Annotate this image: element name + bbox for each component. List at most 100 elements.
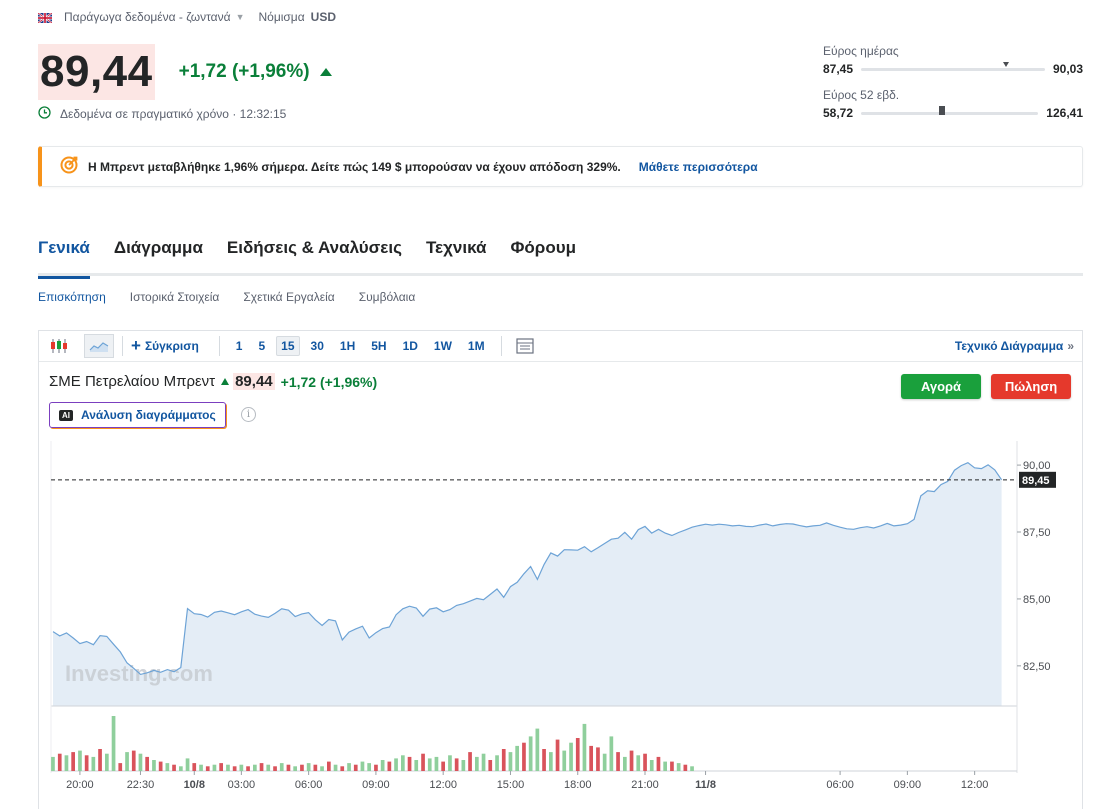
interval-1w[interactable]: 1W <box>429 336 457 356</box>
volume-bar <box>313 764 318 771</box>
interval-30[interactable]: 30 <box>306 336 329 356</box>
volume-bar <box>690 766 694 771</box>
candlestick-icon[interactable] <box>44 334 74 358</box>
price-chart[interactable]: Investing.com 82,5085,0087,5090,0089,4520… <box>39 431 1082 809</box>
x-tick-label: 22:30 <box>127 779 155 791</box>
volume-bar <box>643 753 647 771</box>
volume-bar <box>353 764 358 771</box>
volume-bar <box>118 763 123 771</box>
volume-bar <box>125 752 129 771</box>
chart-toolbar: + Σύγκριση 1 5 15 30 1H 5H 1D 1W 1M Τεχν… <box>39 331 1082 362</box>
promo-banner: Η Μπρεντ μεταβλήθηκε 1,96% σήμερα. Δείτε… <box>38 146 1083 187</box>
volume-bar <box>192 763 197 771</box>
volume-bar <box>609 736 614 771</box>
volume-bar <box>374 764 378 771</box>
volume-bar <box>461 760 466 771</box>
volume-bar <box>421 753 425 771</box>
week52-range-label: Εύρος 52 εβδ. <box>823 88 900 102</box>
last-price-label: 89,45 <box>1022 475 1050 487</box>
volume-bar <box>475 756 479 771</box>
subtab-historical[interactable]: Ιστορικά Στοιχεία <box>130 290 220 304</box>
buy-button[interactable]: Αγορά <box>901 374 981 399</box>
week52-range: Εύρος 52 εβδ. 58,72 126,41 <box>823 88 1083 120</box>
chevron-down-icon[interactable]: ▼ <box>236 12 245 22</box>
volume-bar <box>232 766 237 771</box>
week52-range-low: 58,72 <box>823 106 854 120</box>
volume-bar <box>327 761 331 771</box>
interval-5h[interactable]: 5H <box>366 336 391 356</box>
interval-1m[interactable]: 1M <box>463 336 490 356</box>
compare-button[interactable]: + Σύγκριση <box>131 337 199 354</box>
chart-analysis-button[interactable]: AI Ανάλυση διαγράμματος <box>49 402 226 428</box>
volume-bar <box>508 752 513 771</box>
tab-general[interactable]: Γενικά <box>38 236 90 279</box>
volume-bar <box>575 738 580 771</box>
volume-bar <box>279 763 284 771</box>
volume-bar <box>549 752 553 771</box>
tab-technical[interactable]: Τεχνικά <box>426 236 487 276</box>
volume-bar <box>407 756 412 771</box>
price-change-text: +1,72 (+1,96%) <box>178 61 310 82</box>
volume-bar <box>454 758 459 771</box>
info-icon[interactable]: i <box>241 407 256 422</box>
toolbar-divider <box>500 336 502 356</box>
area-chart-icon[interactable] <box>84 334 114 358</box>
interval-5[interactable]: 5 <box>253 336 270 356</box>
x-tick-label: 20:00 <box>66 779 94 791</box>
volume-bar <box>535 728 540 771</box>
target-icon <box>60 156 78 177</box>
sell-button[interactable]: Πώληση <box>991 374 1071 399</box>
subtab-overview[interactable]: Επισκόπηση <box>38 290 106 304</box>
day-range-high: 90,03 <box>1052 62 1083 76</box>
volume-bar <box>205 766 210 771</box>
volume-bar <box>589 745 593 771</box>
volume-bar <box>468 752 472 771</box>
x-tick-label: 18:00 <box>564 779 592 791</box>
volume-bar <box>515 745 519 771</box>
technical-chart-link[interactable]: Τεχνικό Διάγραμμα» <box>955 339 1074 353</box>
table-view-icon[interactable] <box>510 334 540 358</box>
day-range-track <box>861 61 1045 71</box>
subtab-related[interactable]: Σχετικά Εργαλεία <box>243 290 334 304</box>
tab-news-analysis[interactable]: Ειδήσεις & Αναλύσεις <box>227 236 402 276</box>
volume-bar <box>596 747 600 771</box>
volume-bar <box>481 753 486 771</box>
ai-badge-icon: AI <box>59 409 73 421</box>
volume-bar <box>569 742 573 771</box>
volume-bar <box>98 749 102 771</box>
learn-more-link[interactable]: Μάθετε περισσότερα <box>639 160 758 174</box>
interval-1d[interactable]: 1D <box>398 336 423 356</box>
volume-bar <box>414 760 419 771</box>
x-tick-label: 09:00 <box>894 779 922 791</box>
exchange-selector[interactable]: Παράγωγα δεδομένα - ζωντανά <box>64 10 231 24</box>
interval-1h[interactable]: 1H <box>335 336 360 356</box>
volume-bar <box>185 758 190 771</box>
interval-1[interactable]: 1 <box>231 336 248 356</box>
volume-bar <box>380 760 385 771</box>
tab-chart[interactable]: Διάγραμμα <box>114 236 203 276</box>
exchange-bar: Παράγωγα δεδομένα - ζωντανά ▼ Νόμισμα US… <box>37 10 336 24</box>
x-tick-label: 21:00 <box>631 779 659 791</box>
volume-bar <box>582 723 587 771</box>
volume-bar <box>427 758 432 771</box>
chart-symbol-price: 89,44 <box>233 373 275 390</box>
volume-bar <box>333 764 338 771</box>
interval-15[interactable]: 15 <box>276 336 300 356</box>
chart-symbol-line: ΣΜΕ Πετρελαίου Μπρεντ 89,44 +1,72 (+1,96… <box>49 373 377 390</box>
chart-widget: + Σύγκριση 1 5 15 30 1H 5H 1D 1W 1M Τεχν… <box>38 330 1083 809</box>
volume-bar <box>320 766 324 771</box>
technical-chart-label: Τεχνικό Διάγραμμα <box>954 339 1064 353</box>
volume-bar <box>226 764 230 771</box>
volume-bar <box>616 752 620 771</box>
volume-bar <box>347 763 351 771</box>
volume-bar <box>562 750 567 771</box>
volume-bar <box>219 763 223 771</box>
y-tick-label: 85,00 <box>1023 594 1051 606</box>
volume-bar <box>306 763 311 771</box>
currency-label: Νόμισμα <box>258 10 305 24</box>
subtab-contracts[interactable]: Συμβόλαια <box>359 290 416 304</box>
volume-bar <box>105 753 109 771</box>
volume-bar <box>602 753 607 771</box>
toolbar-divider <box>218 336 220 356</box>
tab-forum[interactable]: Φόρουμ <box>510 236 576 276</box>
